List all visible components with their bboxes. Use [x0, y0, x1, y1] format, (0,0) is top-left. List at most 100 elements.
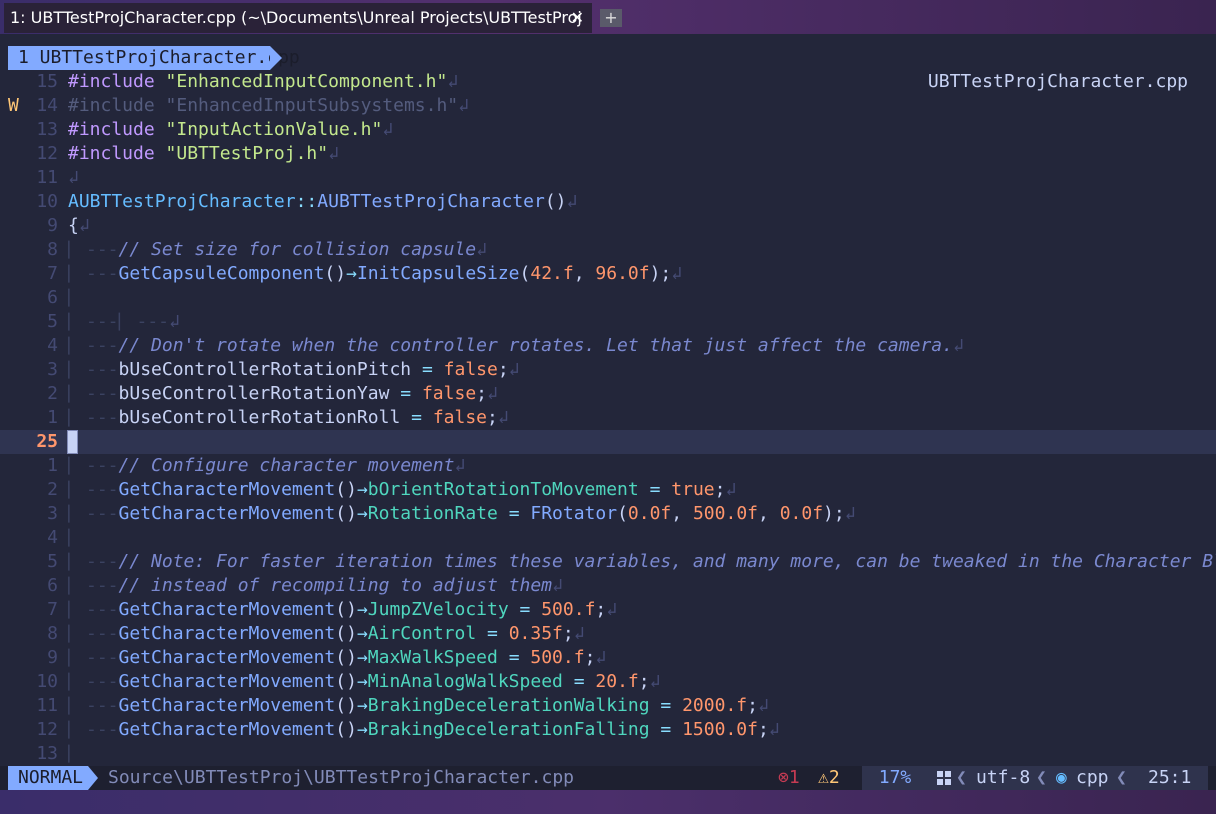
code-token: () [544, 191, 567, 212]
code-token: // Note: For faster iteration times thes… [118, 551, 1216, 572]
code-token: () [335, 623, 357, 644]
code-token: ; [757, 719, 769, 740]
file-type: cpp [1076, 767, 1109, 788]
close-icon[interactable]: ✕ [571, 3, 584, 33]
code-line[interactable]: 10 ⎸---GetCharacterMovement()→MinAnalogWa… [0, 670, 1216, 694]
code-line[interactable]: 9 {↲ [0, 214, 1216, 238]
code-token: #include [68, 119, 166, 140]
code-token: ; [497, 359, 509, 380]
code-text: ⎸---GetCharacterMovement()→JumpZVelocity… [68, 598, 617, 622]
code-token: ⎸--- [68, 551, 119, 572]
code-line[interactable]: W 14 #include "EnhancedInputSubsystems.h"↲ [0, 94, 1216, 118]
code-token: ↲ [497, 407, 509, 428]
code-token: → [346, 263, 357, 284]
code-line[interactable]: 7 ⎸---GetCharacterMovement()→JumpZVelocit… [0, 598, 1216, 622]
cpp-icon: ◉ [1056, 767, 1067, 788]
diagnostic-warnings[interactable]: ⚠2 [818, 766, 840, 790]
code-token: ⎸ [68, 287, 86, 308]
line-number: 11 [36, 695, 58, 716]
code-token: AUBTTestProjCharacter [317, 191, 545, 212]
code-line[interactable]: 9 ⎸---GetCharacterMovement()→MaxWalkSpeed… [0, 646, 1216, 670]
code-text: ⎸---bUseControllerRotationRoll = false;↲ [68, 406, 509, 430]
code-token: false [432, 407, 487, 428]
code-line[interactable]: 8 ⎸---GetCharacterMovement()→AirControl =… [0, 622, 1216, 646]
code-token: ⎸--- [68, 599, 119, 620]
code-text: ⎸---GetCharacterMovement()→AirControl = … [68, 622, 585, 646]
code-line[interactable]: 1 ⎸---bUseControllerRotationRoll = false;… [0, 406, 1216, 430]
code-token: 500.f [530, 647, 585, 668]
code-line[interactable]: 6 ⎸ [0, 286, 1216, 310]
code-token: → [356, 623, 368, 644]
code-token: = [660, 719, 672, 740]
line-number: 9 [47, 647, 58, 668]
window-tab[interactable]: 1: UBTTestProjCharacter.cpp (~\Documents… [4, 3, 592, 33]
code-token: bUseControllerRotationRoll [118, 407, 412, 428]
window-tab-title: 1: UBTTestProjCharacter.cpp (~\Documents… [10, 8, 582, 27]
code-token: = [487, 623, 498, 644]
code-line[interactable]: 4 ⎸ [0, 526, 1216, 550]
code-token: GetCharacterMovement [118, 503, 336, 524]
code-line[interactable]: 11 ↲ [0, 166, 1216, 190]
code-line[interactable]: 13 ⎸ [0, 742, 1216, 766]
code-token: GetCharacterMovement [118, 671, 336, 692]
segment-separator: ❮ [956, 767, 967, 788]
line-number: 10 [36, 671, 58, 692]
code-token: ↲ [476, 239, 487, 260]
code-line[interactable]: 13 #include "InputActionValue.h"↲ [0, 118, 1216, 142]
code-line[interactable]: 6 ⎸---// instead of recompiling to adjust… [0, 574, 1216, 598]
code-token: ⎸--- [68, 455, 119, 476]
code-token: ↲ [768, 719, 780, 740]
diagnostic-errors[interactable]: ⊗1 [778, 766, 800, 790]
code-line[interactable]: 5 ⎸---// Note: For faster iteration times… [0, 550, 1216, 574]
code-line[interactable]: 3 ⎸---GetCharacterMovement()→RotationRate… [0, 502, 1216, 526]
code-token: ); [823, 503, 845, 524]
code-token: ↲ [566, 191, 578, 212]
code-text: #include "InputActionValue.h"↲ [68, 118, 393, 142]
code-token: ↲ [78, 215, 90, 236]
code-line[interactable]: 1 ⎸---// Configure character movement↲ [0, 454, 1216, 478]
code-text: #include "EnhancedInputSubsystems.h"↲ [68, 94, 469, 118]
code-token: bUseControllerRotationPitch [118, 359, 422, 380]
code-line[interactable]: 5 ⎸---⎸---↲ [0, 310, 1216, 334]
code-line[interactable]: 12 #include "UBTTestProj.h"↲ [0, 142, 1216, 166]
code-token: 0.0f [779, 503, 824, 524]
code-token: BrakingDecelerationWalking [367, 695, 650, 716]
code-line[interactable]: 11 ⎸---GetCharacterMovement()→BrakingDece… [0, 694, 1216, 718]
cursor-position-segment: 25:1 [1128, 766, 1208, 790]
buffer-tab[interactable]: 1 UBTTestProjCharacter.cpp [8, 46, 300, 70]
code-line[interactable]: 12 ⎸---GetCharacterMovement()→BrakingDece… [0, 718, 1216, 742]
code-line[interactable]: 7 ⎸---GetCapsuleComponent()→InitCapsuleSi… [0, 262, 1216, 286]
code-text: ⎸---// Don't rotate when the controller … [68, 334, 964, 358]
code-text: ⎸---GetCapsuleComponent()→InitCapsuleSiz… [68, 262, 682, 286]
line-number: 2 [47, 383, 58, 404]
code-token: ↲ [649, 671, 661, 692]
code-line[interactable]: 4 ⎸---// Don't rotate when the controller… [0, 334, 1216, 358]
line-number: 5 [47, 311, 58, 332]
line-number: 4 [47, 527, 58, 548]
code-token: 2000.f [682, 695, 748, 716]
code-line[interactable]: 8 ⎸---// Set size for collision capsule↲ [0, 238, 1216, 262]
new-tab-button[interactable]: + [600, 9, 622, 27]
line-number: 3 [47, 503, 58, 524]
code-line[interactable]: 2 ⎸---bUseControllerRotationYaw = false;↲ [0, 382, 1216, 406]
code-token: ↲ [487, 383, 498, 404]
code-text: ⎸---// Set size for collision capsule↲ [68, 238, 487, 262]
code-token: ⎸--- [68, 647, 119, 668]
code-line[interactable]: 2 ⎸---GetCharacterMovement()→bOrientRotat… [0, 478, 1216, 502]
code-line[interactable]: 25 [0, 430, 1216, 454]
code-token: true [671, 479, 715, 500]
code-line[interactable]: 3 ⎸---bUseControllerRotationPitch = false… [0, 358, 1216, 382]
file-encoding: utf-8 [976, 767, 1031, 788]
code-token: = [660, 695, 672, 716]
editor[interactable]: 15 #include "EnhancedInputComponent.h"↲ W 1… [0, 70, 1216, 766]
code-token: #include [68, 71, 166, 92]
code-token: ↲ [573, 623, 585, 644]
code-line[interactable]: 10 AUBTTestProjCharacter::AUBTTestProjCha… [0, 190, 1216, 214]
code-token: → [356, 719, 368, 740]
code-token: ↲ [671, 263, 683, 284]
code-token: ⎸--- [68, 671, 119, 692]
code-token: 96.0f [595, 263, 650, 284]
